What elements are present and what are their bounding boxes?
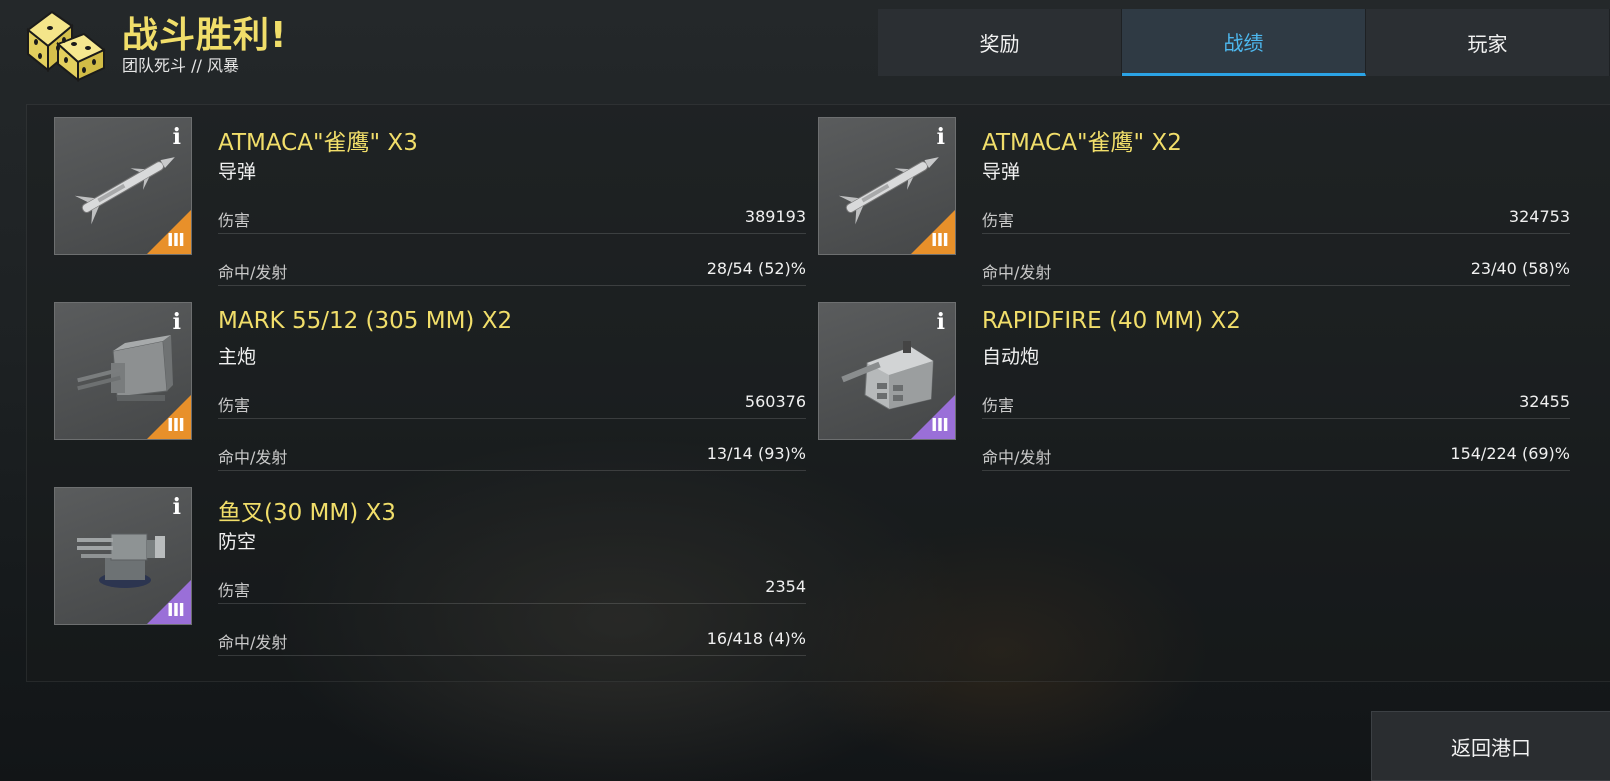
damage-value: 2354 [765,577,806,596]
damage-row: 伤害 2354 [218,575,806,604]
dice-icon [26,10,106,82]
info-icon[interactable]: i [173,494,181,520]
weapon-card: i III 鱼叉(30 MM) X3 防空 伤害 2354 命中/发射 16/4… [54,487,806,657]
weapon-type: 导弹 [218,161,257,183]
damage-row: 伤害 324753 [982,205,1570,234]
weapon-thumbnail[interactable]: i III [818,117,956,255]
weapon-name: RAPIDFIRE (40 MM) X2 [982,308,1241,334]
weapon-type: 导弹 [982,161,1021,183]
hit-ratio-label: 命中/发射 [982,448,1052,467]
damage-row: 伤害 32455 [982,390,1570,419]
weapon-name: 鱼叉(30 MM) X3 [218,500,396,526]
weapon-thumbnail[interactable]: i III [818,302,956,440]
weapon-card: i III MARK 55/12 (305 MM) X2 主炮 伤害 56037… [54,302,806,472]
tab-stats[interactable]: 战绩 [1122,9,1366,76]
damage-row: 伤害 560376 [218,390,806,419]
hit-ratio-value: 23/40 (58)% [1470,259,1570,278]
hit-ratio-value: 16/418 (4)% [706,629,806,648]
weapon-stats-panel: i III ATMACA"雀鹰" X3 导弹 伤害 389193 命中/发射 2… [26,104,1610,682]
info-icon[interactable]: i [173,124,181,150]
damage-value: 560376 [744,392,806,411]
weapon-type: 主炮 [218,346,257,368]
mode-subtitle: 团队死斗 // 风暴 [122,56,239,75]
hit-ratio-row: 命中/发射 13/14 (93)% [218,442,806,471]
hit-ratio-value: 28/54 (52)% [706,259,806,278]
damage-label: 伤害 [218,396,251,415]
top-bar: 战斗胜利! 团队死斗 // 风暴 奖励 战绩 玩家 [0,0,1610,90]
damage-value: 389193 [744,207,806,226]
damage-value: 324753 [1508,207,1570,226]
hit-ratio-row: 命中/发射 154/224 (69)% [982,442,1570,471]
damage-row: 伤害 389193 [218,205,806,234]
damage-value: 32455 [1519,392,1570,411]
hit-ratio-label: 命中/发射 [218,633,288,652]
tier-label: III [930,230,949,251]
hit-ratio-value: 13/14 (93)% [706,444,806,463]
weapon-card: i III ATMACA"雀鹰" X3 导弹 伤害 389193 命中/发射 2… [54,117,806,287]
info-icon[interactable]: i [173,309,181,335]
info-icon[interactable]: i [937,309,945,335]
tab-players[interactable]: 玩家 [1366,9,1610,76]
hit-ratio-label: 命中/发射 [218,448,288,467]
weapon-name: MARK 55/12 (305 MM) X2 [218,308,513,334]
hit-ratio-row: 命中/发射 28/54 (52)% [218,257,806,286]
weapon-thumbnail[interactable]: i III [54,487,192,625]
tier-label: III [166,415,185,436]
weapon-card: i III RAPIDFIRE (40 MM) X2 自动炮 伤害 32455 … [818,302,1570,472]
tier-label: III [166,600,185,621]
weapon-thumbnail[interactable]: i III [54,117,192,255]
hit-ratio-label: 命中/发射 [982,263,1052,282]
damage-label: 伤害 [218,581,251,600]
return-to-port-button[interactable]: 返回港口 [1371,711,1610,781]
info-icon[interactable]: i [937,124,945,150]
weapon-thumbnail[interactable]: i III [54,302,192,440]
hit-ratio-row: 命中/发射 16/418 (4)% [218,627,806,656]
hit-ratio-row: 命中/发射 23/40 (58)% [982,257,1570,286]
weapon-name: ATMACA"雀鹰" X3 [218,130,418,156]
tier-label: III [930,415,949,436]
weapon-type: 自动炮 [982,346,1040,368]
tab-bar: 奖励 战绩 玩家 [878,9,1610,76]
tab-rewards[interactable]: 奖励 [878,9,1122,76]
hit-ratio-value: 154/224 (69)% [1450,444,1570,463]
page-title: 战斗胜利! [122,15,288,56]
damage-label: 伤害 [982,211,1015,230]
weapon-type: 防空 [218,531,257,553]
weapon-card: i III ATMACA"雀鹰" X2 导弹 伤害 324753 命中/发射 2… [818,117,1570,287]
weapon-name: ATMACA"雀鹰" X2 [982,130,1182,156]
damage-label: 伤害 [218,211,251,230]
hit-ratio-label: 命中/发射 [218,263,288,282]
tier-label: III [166,230,185,251]
damage-label: 伤害 [982,396,1015,415]
